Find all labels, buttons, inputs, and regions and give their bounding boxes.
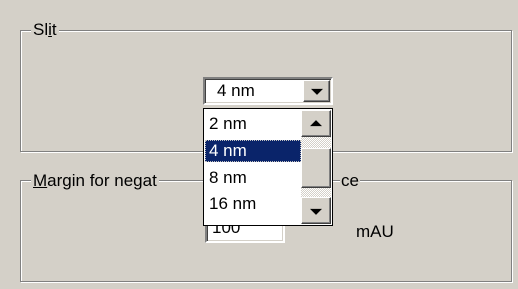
list-item-2nm[interactable]: 2 nm xyxy=(205,113,301,135)
arrow-up-icon xyxy=(310,119,322,126)
slit-label-part: Sl xyxy=(33,20,49,39)
slit-combobox-dropdown-button[interactable] xyxy=(303,80,330,102)
list-item-4nm[interactable]: 4 nm xyxy=(205,140,301,162)
chevron-down-icon xyxy=(310,88,323,95)
margin-label-accelerator: M xyxy=(33,171,48,190)
dialog-panel: Slit 4 nm Margin for negat ce 100 mAU 2 … xyxy=(0,0,518,289)
scroll-up-button[interactable] xyxy=(301,110,331,137)
slit-group-label: Slit xyxy=(31,20,59,40)
slit-combobox[interactable]: 4 nm xyxy=(203,77,333,105)
margin-label-tail-text: ce xyxy=(341,171,359,190)
dropdown-scrollbar[interactable] xyxy=(301,110,331,224)
margin-unit-label: mAU xyxy=(356,222,394,241)
scroll-thumb[interactable] xyxy=(301,148,331,188)
list-item-16nm[interactable]: 16 nm xyxy=(205,193,301,215)
slit-label-part: t xyxy=(51,20,57,39)
arrow-down-icon xyxy=(310,208,322,215)
margin-label-part: argin for negat xyxy=(47,171,157,190)
list-item-8nm[interactable]: 8 nm xyxy=(205,167,301,189)
margin-group-label-tail: ce xyxy=(340,171,360,191)
scroll-down-button[interactable] xyxy=(301,197,331,224)
slit-dropdown-list[interactable]: 2 nm 4 nm 8 nm 16 nm xyxy=(203,108,333,226)
slit-combobox-value: 4 nm xyxy=(217,81,255,100)
margin-group-label: Margin for negat xyxy=(31,171,159,191)
